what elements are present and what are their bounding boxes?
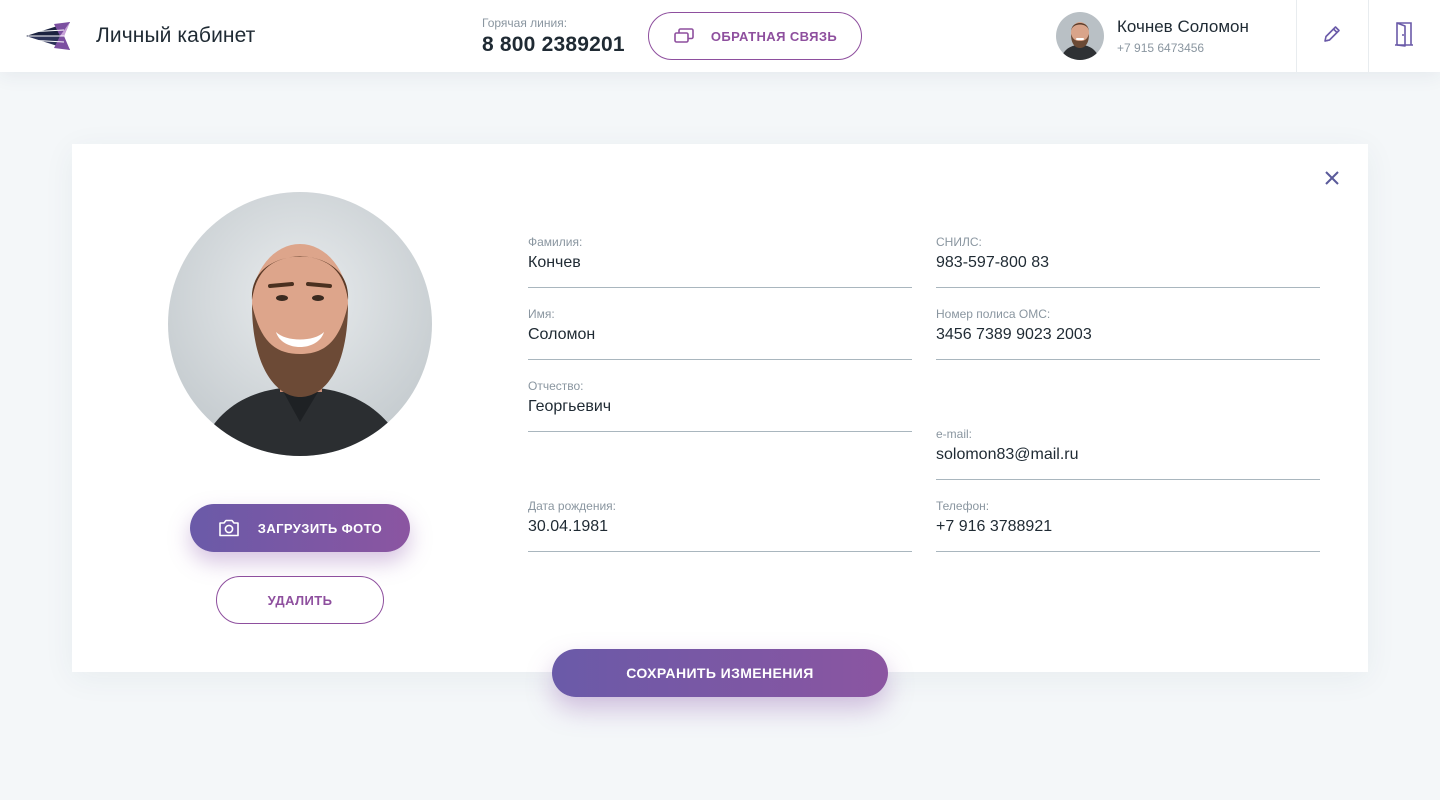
camera-icon [218, 519, 240, 537]
save-changes-button[interactable]: СОХРАНИТЬ ИЗМЕНЕНИЯ [552, 649, 888, 697]
email-label: e-mail: [936, 427, 973, 441]
last-name-field: Фамилия: [528, 216, 912, 288]
close-button[interactable] [1320, 168, 1344, 192]
user-phone: +7 915 6473456 [1117, 41, 1205, 55]
phone-input[interactable] [936, 518, 1320, 536]
birth-date-input[interactable] [528, 518, 912, 536]
patronymic-input[interactable] [528, 398, 912, 416]
upload-photo-label: ЗАГРУЗИТЬ ФОТО [257, 520, 383, 536]
edit-profile-button[interactable] [1296, 0, 1368, 72]
phone-field: Телефон: [936, 480, 1320, 552]
logo-icon[interactable] [24, 18, 74, 54]
upload-photo-button[interactable]: ЗАГРУЗИТЬ ФОТО [190, 504, 410, 552]
profile-photo [168, 192, 432, 456]
patronymic-field: Отчество: [528, 360, 912, 432]
hotline-label: Горячая линия: [482, 16, 568, 30]
feedback-button[interactable]: ОБРАТНАЯ СВЯЗЬ [648, 12, 862, 60]
snils-field: СНИЛС: [936, 216, 1320, 288]
avatar[interactable] [1056, 12, 1104, 60]
hotline-number[interactable]: 8 800 2389201 [482, 33, 625, 57]
top-header: Личный кабинет Горячая линия: 8 800 2389… [0, 0, 1440, 72]
first-name-field: Имя: [528, 288, 912, 360]
last-name-input[interactable] [528, 254, 912, 272]
profile-edit-card: ЗАГРУЗИТЬ ФОТО УДАЛИТЬ Фамилия: Имя: Отч… [72, 144, 1368, 672]
birth-date-field: Дата рождения: [528, 480, 912, 552]
snils-input[interactable] [936, 254, 1320, 272]
close-icon [1325, 170, 1339, 190]
birth-date-label: Дата рождения: [528, 499, 616, 513]
phone-label: Телефон: [936, 499, 990, 513]
snils-label: СНИЛС: [936, 235, 982, 249]
pencil-icon [1322, 24, 1342, 49]
feedback-icon [673, 27, 695, 45]
logout-button[interactable] [1368, 0, 1440, 72]
first-name-input[interactable] [528, 326, 912, 344]
oms-policy-field: Номер полиса ОМС: [936, 288, 1320, 360]
user-name: Кочнев Соломон [1117, 17, 1249, 36]
app-title: Личный кабинет [96, 24, 256, 47]
delete-photo-button[interactable]: УДАЛИТЬ [216, 576, 384, 624]
delete-photo-label: УДАЛИТЬ [267, 592, 333, 608]
email-field: e-mail: [936, 408, 1320, 480]
oms-policy-label: Номер полиса ОМС: [936, 307, 1051, 321]
patronymic-label: Отчество: [528, 379, 584, 393]
email-input[interactable] [936, 446, 1320, 464]
save-changes-label: СОХРАНИТЬ ИЗМЕНЕНИЯ [626, 665, 814, 681]
first-name-label: Имя: [528, 307, 555, 321]
feedback-label: ОБРАТНАЯ СВЯЗЬ [710, 28, 838, 44]
door-exit-icon [1394, 21, 1414, 52]
oms-policy-input[interactable] [936, 326, 1320, 344]
last-name-label: Фамилия: [528, 235, 583, 249]
